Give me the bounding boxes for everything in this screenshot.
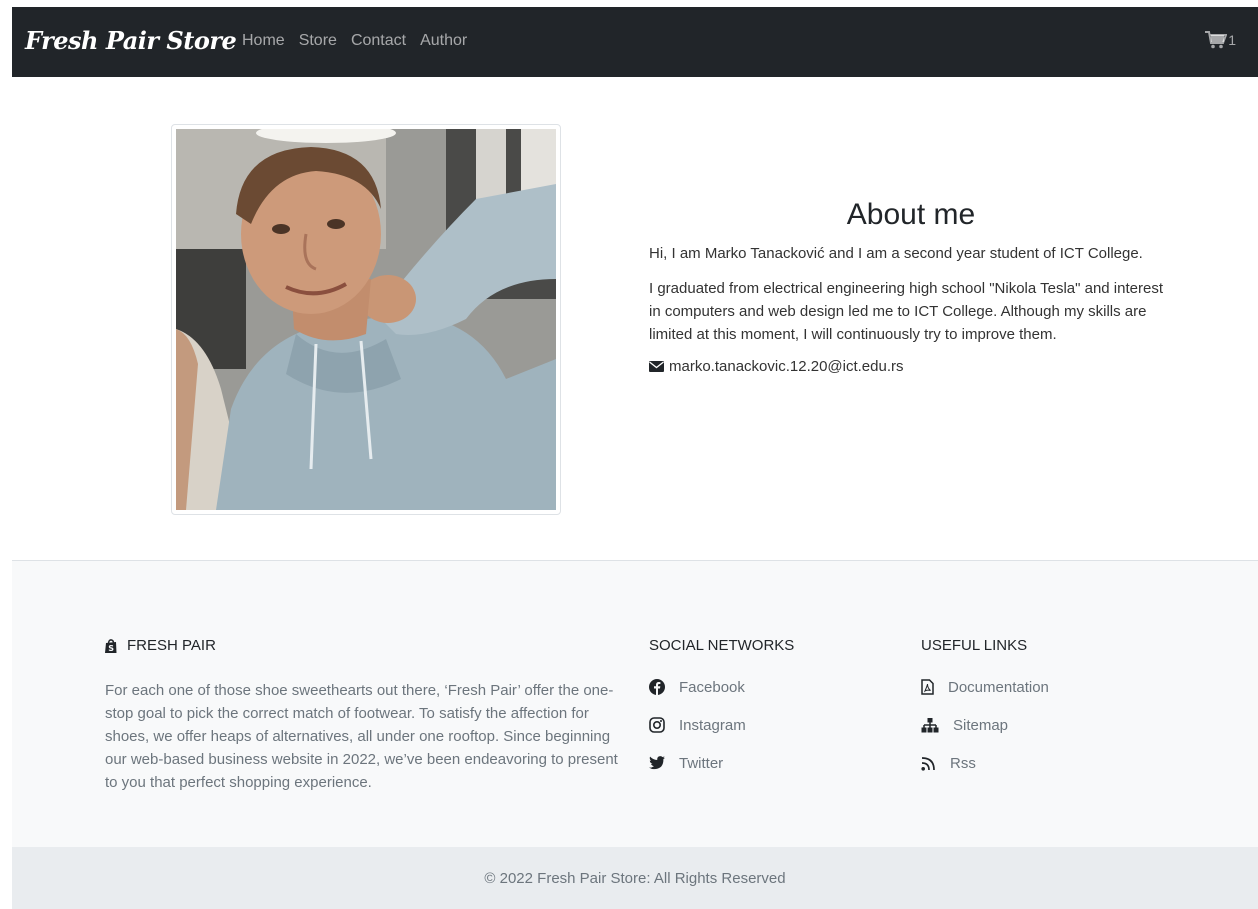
footer-brand-column: S FRESH PAIR For each one of those shoe … bbox=[105, 637, 620, 794]
copyright-bar: © 2022 Fresh Pair Store: All Rights Rese… bbox=[12, 847, 1258, 909]
sitemap-label[interactable]: Sitemap bbox=[953, 717, 1008, 734]
page-frame: Fresh Pair Store Home Store Contact Auth… bbox=[12, 7, 1258, 909]
about-bio-text: I graduated from electrical engineering … bbox=[649, 280, 1163, 343]
pdf-file-icon bbox=[921, 679, 934, 695]
email-contact[interactable]: marko.tanackovic.12.20@ict.edu.rs bbox=[649, 358, 1173, 375]
cart-count-badge: 1 bbox=[1228, 32, 1236, 48]
nav-links: Home Store Contact Author bbox=[242, 32, 467, 50]
footer-social-heading: SOCIAL NETWORKS bbox=[649, 637, 795, 654]
envelope-icon bbox=[649, 361, 664, 372]
nav-link-contact[interactable]: Contact bbox=[351, 32, 406, 50]
documentation-link[interactable]: Documentation bbox=[921, 676, 1049, 698]
email-address[interactable]: marko.tanackovic.12.20@ict.edu.rs bbox=[669, 358, 904, 375]
useful-links: Documentation Sitemap Rss bbox=[921, 676, 1049, 774]
twitter-label[interactable]: Twitter bbox=[679, 755, 723, 772]
footer: S FRESH PAIR For each one of those shoe … bbox=[12, 560, 1258, 847]
shopping-cart-icon bbox=[1205, 31, 1228, 49]
cart-button[interactable]: 1 bbox=[1205, 31, 1236, 49]
sitemap-link[interactable]: Sitemap bbox=[921, 714, 1049, 736]
instagram-icon bbox=[649, 717, 665, 733]
facebook-icon bbox=[649, 679, 665, 695]
social-links: Facebook Instagram Twitter bbox=[649, 676, 794, 774]
rss-link[interactable]: Rss bbox=[921, 752, 1049, 774]
instagram-link[interactable]: Instagram bbox=[649, 714, 794, 736]
author-photo-frame bbox=[171, 124, 561, 515]
shopify-bag-icon: S bbox=[105, 638, 117, 653]
footer-brand-text: For each one of those shoe sweethearts o… bbox=[105, 682, 618, 791]
svg-text:S: S bbox=[108, 644, 114, 653]
footer-brand-title: FRESH PAIR bbox=[127, 637, 216, 654]
author-photo bbox=[176, 129, 556, 510]
twitter-link[interactable]: Twitter bbox=[649, 752, 794, 774]
nav-link-author[interactable]: Author bbox=[420, 32, 467, 50]
brand-logo[interactable]: Fresh Pair Store bbox=[25, 26, 237, 55]
nav-link-store[interactable]: Store bbox=[299, 32, 337, 50]
about-title: About me bbox=[846, 198, 976, 231]
sitemap-icon bbox=[921, 717, 939, 732]
documentation-label[interactable]: Documentation bbox=[948, 679, 1049, 696]
footer-useful-heading: USEFUL LINKS bbox=[921, 637, 1028, 654]
about-section: About me Hi, I am Marko Tanacković and I… bbox=[649, 198, 1173, 375]
footer-social-column: SOCIAL NETWORKS Facebook Instagram Twitt… bbox=[649, 637, 794, 774]
footer-useful-column: USEFUL LINKS Documentation Sitemap Rss bbox=[921, 637, 1049, 774]
rss-label[interactable]: Rss bbox=[950, 755, 976, 772]
footer-brand-heading: S FRESH PAIR bbox=[105, 637, 620, 654]
facebook-label[interactable]: Facebook bbox=[679, 679, 745, 696]
nav-link-home[interactable]: Home bbox=[242, 32, 285, 50]
twitter-icon bbox=[649, 756, 665, 770]
instagram-label[interactable]: Instagram bbox=[679, 717, 746, 734]
facebook-link[interactable]: Facebook bbox=[649, 676, 794, 698]
navbar: Fresh Pair Store Home Store Contact Auth… bbox=[12, 7, 1258, 77]
rss-icon bbox=[921, 756, 935, 771]
about-intro-text: Hi, I am Marko Tanacković and I am a sec… bbox=[649, 245, 1143, 262]
copyright-text: © 2022 Fresh Pair Store: All Rights Rese… bbox=[484, 869, 786, 887]
